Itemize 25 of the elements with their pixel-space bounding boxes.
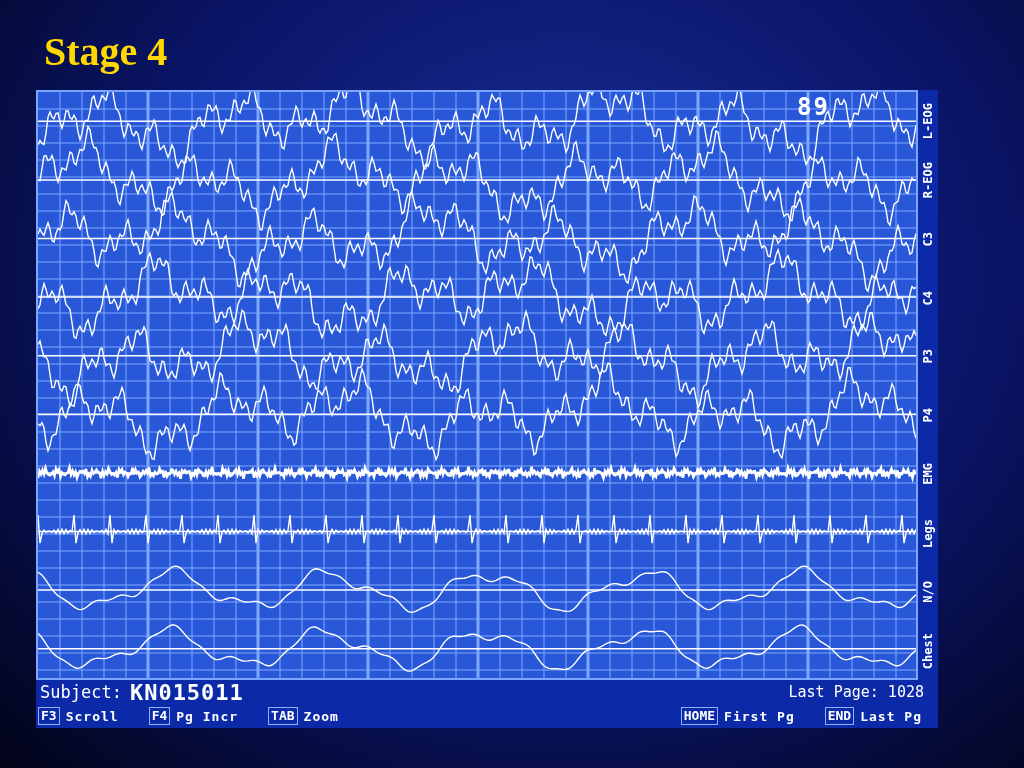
channel-label: L-EOG [920, 103, 936, 140]
key-cap[interactable]: HOME [680, 707, 719, 725]
channel-label: R-EOG [920, 162, 936, 199]
channel-label: P3 [920, 349, 936, 364]
key-cap[interactable]: F4 [148, 707, 171, 725]
key-action-label: Pg Incr [176, 708, 239, 724]
channel-label: EMG [920, 463, 936, 485]
subject-id: KN015011 [129, 679, 244, 705]
key-action-label: Scroll [65, 708, 119, 724]
channel-label: C4 [920, 290, 936, 305]
key-action-label: Zoom [303, 708, 339, 724]
channel-label: P4 [920, 408, 936, 423]
slide-title: Stage 4 [44, 28, 168, 76]
key-action-label: First Pg [724, 708, 795, 724]
last-page-text: Last Page: 1028 [788, 683, 924, 701]
channel-label: N/O [920, 580, 936, 603]
key-cap[interactable]: END [824, 707, 855, 725]
key-cap[interactable]: F3 [38, 707, 60, 725]
subject-label: Subject: [40, 682, 122, 702]
channel-label: C3 [920, 231, 936, 247]
channel-label: Legs [920, 518, 936, 548]
channel-label: Chest [920, 632, 936, 669]
key-cap[interactable]: TAB [268, 707, 298, 725]
page-number: 89 [797, 94, 830, 120]
key-action-label: Last Pg [860, 708, 922, 724]
